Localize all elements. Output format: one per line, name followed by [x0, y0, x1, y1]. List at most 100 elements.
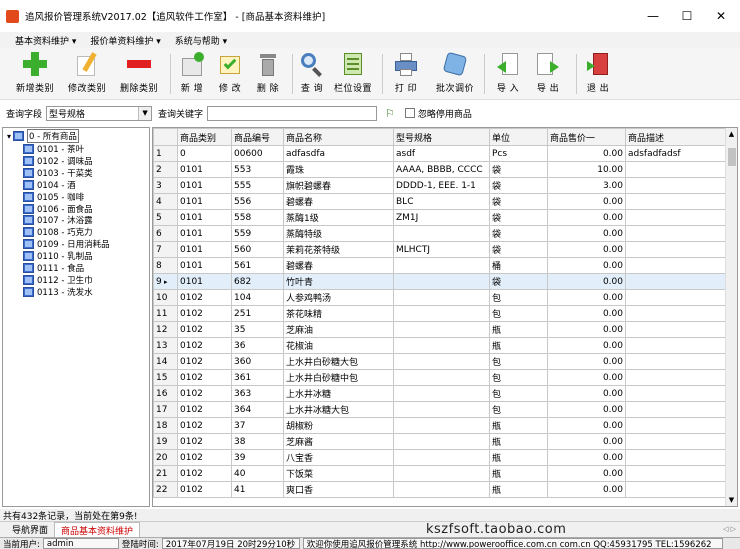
table-row[interactable]: 16 0102 363 上水井冰糖 包 0.00: [153, 385, 726, 402]
scroll-up-icon[interactable]: ▲: [727, 130, 736, 140]
table-cell[interactable]: 袋: [489, 241, 548, 258]
collapse-icon[interactable]: ▾: [7, 132, 11, 141]
table-cell[interactable]: [625, 481, 726, 498]
table-cell[interactable]: 0101: [177, 161, 232, 178]
table-cell[interactable]: 0102: [177, 337, 232, 354]
table-cell[interactable]: 袋: [489, 177, 548, 194]
table-cell[interactable]: 40: [231, 465, 284, 482]
table-cell[interactable]: 682: [231, 273, 284, 290]
table-cell[interactable]: 花椒油: [283, 337, 394, 354]
table-cell[interactable]: 竹叶青: [283, 273, 394, 290]
column-header[interactable]: 商品类别: [177, 128, 232, 146]
table-cell[interactable]: 0.00: [547, 257, 626, 274]
tree-item[interactable]: 0108 - 巧克力: [23, 226, 93, 238]
table-row[interactable]: 8 0101 561 碧螺春 桶 0.00: [153, 257, 726, 274]
table-cell[interactable]: 瓶: [489, 337, 548, 354]
ignore-disabled-checkbox[interactable]: [404, 108, 415, 118]
table-cell[interactable]: 袋: [489, 225, 548, 242]
table-cell[interactable]: [625, 225, 726, 242]
table-cell[interactable]: 碧螺春: [283, 257, 394, 274]
table-cell[interactable]: [393, 417, 490, 434]
table-row[interactable]: 2 0101 553 霞珠 AAAA, BBBB, CCCC 袋 10.00: [153, 161, 726, 178]
table-cell[interactable]: 袋: [489, 273, 548, 290]
export-button[interactable]: 导 出: [534, 50, 562, 94]
vertical-scrollbar[interactable]: ▲ ▼: [725, 128, 737, 506]
table-cell[interactable]: 胡椒粉: [283, 417, 394, 434]
table-cell[interactable]: 0102: [177, 481, 232, 498]
table-cell[interactable]: AAAA, BBBB, CCCC: [393, 161, 490, 178]
tab-navigation[interactable]: 导航界面: [6, 522, 55, 537]
table-cell[interactable]: 0.00: [547, 449, 626, 466]
column-header[interactable]: 商品编号: [231, 128, 284, 146]
table-cell[interactable]: 0.00: [547, 273, 626, 290]
table-cell[interactable]: [393, 273, 490, 290]
tree-item[interactable]: 0105 - 咖啡: [23, 191, 84, 203]
table-cell[interactable]: 0102: [177, 401, 232, 418]
table-cell[interactable]: 0102: [177, 289, 232, 306]
table-cell[interactable]: adsfadfadsf: [625, 145, 726, 162]
table-cell[interactable]: 包: [489, 401, 548, 418]
table-cell[interactable]: [625, 273, 726, 290]
add-category-button[interactable]: 新增类别: [16, 50, 54, 94]
table-cell[interactable]: 下饭菜: [283, 465, 394, 482]
tab-product-maintenance[interactable]: 商品基本资料维护: [54, 522, 141, 537]
table-cell[interactable]: 袋: [489, 161, 548, 178]
table-cell[interactable]: 0.00: [547, 465, 626, 482]
column-header[interactable]: 型号规格: [393, 128, 490, 146]
table-cell[interactable]: [625, 385, 726, 402]
search-go-icon[interactable]: ⚐: [385, 107, 395, 120]
table-cell[interactable]: [625, 209, 726, 226]
table-row[interactable]: 20 0102 39 八宝香 瓶 0.00: [153, 449, 726, 466]
tree-item[interactable]: 0110 - 乳制品: [23, 250, 93, 262]
print-button[interactable]: 打 印: [392, 50, 420, 94]
table-cell[interactable]: [393, 433, 490, 450]
table-cell[interactable]: 35: [231, 321, 284, 338]
query-button[interactable]: 查 询: [298, 50, 326, 94]
table-cell[interactable]: 364: [231, 401, 284, 418]
table-cell[interactable]: 0101: [177, 193, 232, 210]
table-cell[interactable]: 包: [489, 369, 548, 386]
table-cell[interactable]: 0.00: [547, 193, 626, 210]
tree-item[interactable]: 0109 - 日用消耗品: [23, 238, 110, 250]
table-cell[interactable]: [393, 257, 490, 274]
table-cell[interactable]: 爽口香: [283, 481, 394, 498]
table-cell[interactable]: [625, 353, 726, 370]
table-cell[interactable]: 八宝香: [283, 449, 394, 466]
table-cell[interactable]: 0101: [177, 177, 232, 194]
table-cell[interactable]: 361: [231, 369, 284, 386]
table-cell[interactable]: 人参鸡鸭汤: [283, 289, 394, 306]
table-cell[interactable]: 0.00: [547, 225, 626, 242]
table-cell[interactable]: BLC: [393, 193, 490, 210]
tree-item[interactable]: 0112 - 卫生巾: [23, 274, 93, 286]
menu-basic-data[interactable]: 基本资料维护 ▾: [8, 34, 83, 47]
table-cell[interactable]: 瓶: [489, 321, 548, 338]
table-cell[interactable]: 0102: [177, 369, 232, 386]
table-cell[interactable]: [625, 433, 726, 450]
table-cell[interactable]: asdf: [393, 145, 490, 162]
table-cell[interactable]: [625, 241, 726, 258]
column-header[interactable]: 商品售价一: [547, 128, 626, 146]
table-cell[interactable]: 3.00: [547, 177, 626, 194]
table-row[interactable]: 15 0102 361 上水井白砂糖中包 包 0.00: [153, 369, 726, 386]
table-cell[interactable]: 霞珠: [283, 161, 394, 178]
table-cell[interactable]: 0.00: [547, 321, 626, 338]
table-cell[interactable]: [625, 401, 726, 418]
tree-item[interactable]: 0103 - 干菜类: [23, 167, 93, 179]
add-button[interactable]: 新 增: [178, 50, 206, 94]
table-cell[interactable]: 芝麻酱: [283, 433, 394, 450]
table-cell[interactable]: [625, 305, 726, 322]
table-cell[interactable]: [393, 289, 490, 306]
menu-system-help[interactable]: 系统与帮助 ▾: [168, 34, 234, 47]
table-cell[interactable]: 10.00: [547, 161, 626, 178]
table-cell[interactable]: 茉莉花茶特级: [283, 241, 394, 258]
table-cell[interactable]: 0.00: [547, 369, 626, 386]
table-cell[interactable]: 瓶: [489, 417, 548, 434]
table-cell[interactable]: 上水井白砂糖中包: [283, 369, 394, 386]
table-cell[interactable]: 0.00: [547, 289, 626, 306]
table-cell[interactable]: [393, 481, 490, 498]
table-cell[interactable]: [625, 177, 726, 194]
table-cell[interactable]: 561: [231, 257, 284, 274]
table-cell[interactable]: [393, 225, 490, 242]
table-cell[interactable]: [625, 193, 726, 210]
table-cell[interactable]: 251: [231, 305, 284, 322]
